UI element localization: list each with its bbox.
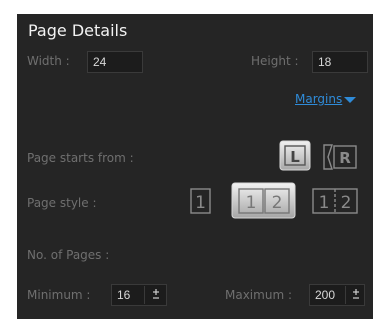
svg-text:R: R <box>339 149 351 167</box>
page-starts-label: Page starts from : <box>27 151 134 165</box>
page-style-spread-button[interactable]: 1 2 <box>231 182 297 220</box>
page-right-icon: R <box>323 144 357 170</box>
single-page-icon: 1 <box>190 188 211 214</box>
svg-text:1: 1 <box>195 193 206 213</box>
page-style-label: Page style : <box>27 196 97 210</box>
maximum-stepper-divider <box>345 286 346 304</box>
minimum-label: Minimum : <box>27 288 91 302</box>
minimum-stepper[interactable] <box>151 284 161 314</box>
chevron-down-icon <box>344 96 357 103</box>
spread-page-icon: 1 2 <box>231 182 296 219</box>
height-input[interactable] <box>312 51 368 73</box>
stepper-icon <box>153 289 159 299</box>
page-start-left-button[interactable]: L <box>279 140 313 172</box>
svg-text:1: 1 <box>246 193 257 213</box>
height-label: Height : <box>251 54 299 68</box>
minimum-stepper-divider <box>144 286 145 304</box>
page-style-facing-button[interactable]: 1 2 <box>310 186 360 216</box>
width-label: Width : <box>27 54 70 68</box>
svg-text:1: 1 <box>319 193 330 213</box>
page-style-single-button[interactable]: 1 <box>188 186 214 216</box>
maximum-label: Maximum : <box>225 288 292 302</box>
maximum-stepper[interactable] <box>351 284 361 314</box>
svg-text:2: 2 <box>272 193 283 213</box>
svg-text:2: 2 <box>341 193 352 213</box>
facing-pages-icon: 1 2 <box>312 188 358 214</box>
page-details-panel: Page Details Width : Height : Margins Pa… <box>17 14 373 319</box>
width-input[interactable] <box>87 51 143 73</box>
margins-link-label: Margins <box>295 92 343 106</box>
no-of-pages-label: No. of Pages : <box>27 248 110 262</box>
margins-link[interactable]: Margins <box>295 92 357 106</box>
page-start-right-button[interactable]: R <box>322 143 358 171</box>
panel-title: Page Details <box>28 21 128 40</box>
svg-text:L: L <box>290 148 300 166</box>
page-left-icon: L <box>279 140 311 171</box>
stepper-icon <box>353 289 359 299</box>
